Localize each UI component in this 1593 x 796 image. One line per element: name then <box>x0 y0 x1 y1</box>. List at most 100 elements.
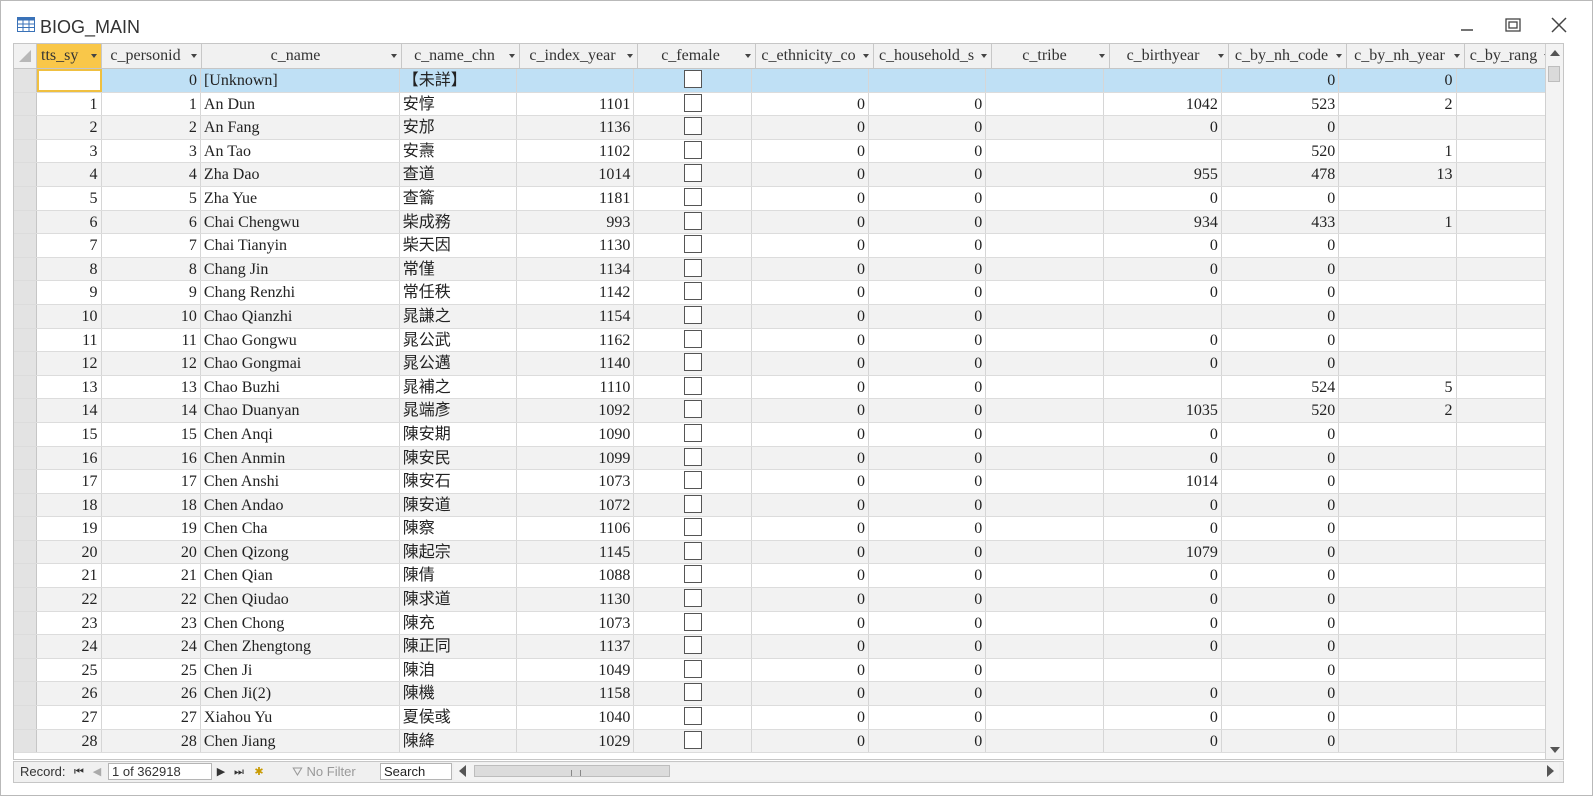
cell-c-index-year[interactable]: 1154 <box>517 304 635 328</box>
cell-c-household-s[interactable]: 0 <box>869 328 987 352</box>
cell-c-name-chn[interactable]: 柴天因 <box>400 234 518 257</box>
cell-c-birthyear[interactable]: 0 <box>1104 564 1222 588</box>
cell-c-by-nh-code[interactable]: 520 <box>1222 139 1340 163</box>
cell-tts-sy[interactable]: 13 <box>37 375 102 399</box>
female-checkbox[interactable] <box>683 258 702 277</box>
cell-c-by-nh-code[interactable]: 0 <box>1222 69 1340 92</box>
cell-c-household-s[interactable]: 0 <box>869 352 987 375</box>
cell-tts-sy[interactable]: 24 <box>37 635 102 658</box>
cell-tts-sy[interactable]: 11 <box>37 328 102 352</box>
cell-c-by-rang[interactable] <box>1457 635 1546 658</box>
cell-c-by-nh-year[interactable]: 2 <box>1339 92 1457 116</box>
cell-c-personid[interactable]: 9 <box>102 281 201 304</box>
cell-c-ethnicity-co[interactable]: 0 <box>752 706 869 729</box>
cell-c-female[interactable] <box>634 163 752 186</box>
cell-c-tribe[interactable] <box>986 186 1104 210</box>
cell-c-by-nh-year[interactable] <box>1339 281 1457 304</box>
maximize-button[interactable] <box>1497 14 1529 36</box>
cell-c-household-s[interactable]: 0 <box>869 422 987 446</box>
cell-c-name[interactable]: Chen Anshi <box>201 470 400 493</box>
cell-c-by-rang[interactable] <box>1457 682 1546 706</box>
cell-c-birthyear[interactable] <box>1104 139 1222 163</box>
cell-c-name-chn[interactable]: 陳察 <box>400 517 518 540</box>
cell-c-birthyear[interactable] <box>1104 304 1222 328</box>
row-selector[interactable] <box>14 281 37 304</box>
first-record-icon[interactable]: ⏮ <box>72 764 86 780</box>
row-selector[interactable] <box>14 422 37 446</box>
cell-c-household-s[interactable] <box>869 69 987 92</box>
cell-c-tribe[interactable] <box>986 352 1104 375</box>
cell-c-name-chn[interactable]: 陳充 <box>400 611 518 635</box>
cell-c-by-nh-year[interactable] <box>1339 328 1457 352</box>
cell-c-personid[interactable]: 5 <box>102 186 201 210</box>
row-selector[interactable] <box>14 375 37 399</box>
row-selector[interactable] <box>14 729 37 753</box>
cell-c-tribe[interactable] <box>986 116 1104 139</box>
next-record-icon[interactable]: ▶ <box>214 764 228 780</box>
cell-c-by-nh-code[interactable]: 0 <box>1222 706 1340 729</box>
cell-c-ethnicity-co[interactable]: 0 <box>752 470 869 493</box>
cell-c-female[interactable] <box>634 564 752 588</box>
cell-c-by-nh-code[interactable]: 0 <box>1222 517 1340 540</box>
cell-c-name-chn[interactable]: 安惇 <box>400 92 518 116</box>
cell-c-female[interactable] <box>634 375 752 399</box>
cell-c-household-s[interactable]: 0 <box>869 257 987 281</box>
cell-c-by-nh-year[interactable]: 1 <box>1339 139 1457 163</box>
search-input[interactable]: Search <box>380 763 452 780</box>
cell-c-index-year[interactable]: 1088 <box>517 564 635 588</box>
cell-c-index-year[interactable]: 1092 <box>517 399 635 422</box>
cell-tts-sy[interactable]: 5 <box>37 186 102 210</box>
cell-c-name-chn[interactable]: 查籥 <box>400 186 518 210</box>
table-row[interactable]: 17 17 Chen Anshi 陳安石 1073 0 0 1014 0 <box>14 470 1546 494</box>
cell-c-ethnicity-co[interactable]: 0 <box>752 234 869 257</box>
cell-c-by-nh-year[interactable] <box>1339 706 1457 729</box>
title-bar[interactable]: BIOG_MAIN <box>1 1 1592 41</box>
row-selector[interactable] <box>14 611 37 635</box>
cell-c-by-nh-year[interactable]: 1 <box>1339 210 1457 234</box>
cell-c-ethnicity-co[interactable]: 0 <box>752 564 869 588</box>
cell-c-name[interactable]: Chen Cha <box>201 517 400 540</box>
cell-c-by-rang[interactable] <box>1457 611 1546 635</box>
cell-c-ethnicity-co[interactable]: 0 <box>752 257 869 281</box>
cell-c-by-nh-code[interactable]: 0 <box>1222 186 1340 210</box>
cell-tts-sy[interactable]: 3 <box>37 139 102 163</box>
cell-c-by-rang[interactable] <box>1457 210 1546 234</box>
cell-c-household-s[interactable]: 0 <box>869 186 987 210</box>
cell-c-name[interactable]: Xiahou Yu <box>201 706 400 729</box>
cell-c-index-year[interactable]: 1142 <box>517 281 635 304</box>
cell-c-ethnicity-co[interactable]: 0 <box>752 92 869 116</box>
female-checkbox[interactable] <box>683 235 702 254</box>
column-header-c-female[interactable]: c_female <box>638 44 756 68</box>
cell-c-ethnicity-co[interactable]: 0 <box>752 635 869 658</box>
cell-c-female[interactable] <box>634 352 752 375</box>
table-row[interactable]: 15 15 Chen Anqi 陳安期 1090 0 0 0 0 <box>14 422 1546 447</box>
female-checkbox[interactable] <box>683 400 702 419</box>
cell-c-by-nh-code[interactable]: 478 <box>1222 163 1340 186</box>
cell-c-by-nh-code[interactable]: 0 <box>1222 470 1340 493</box>
table-row[interactable]: 25 25 Chen Ji 陳洎 1049 0 0 0 <box>14 658 1546 683</box>
cell-c-by-rang[interactable] <box>1457 588 1546 611</box>
cell-c-tribe[interactable] <box>986 375 1104 399</box>
cell-c-ethnicity-co[interactable]: 0 <box>752 682 869 706</box>
cell-c-female[interactable] <box>634 92 752 116</box>
row-selector[interactable] <box>14 163 37 186</box>
table-row[interactable]: 16 16 Chen Anmin 陳安民 1099 0 0 0 0 <box>14 446 1546 471</box>
row-selector[interactable] <box>14 588 37 611</box>
cell-c-name-chn[interactable]: 陳正同 <box>400 635 518 658</box>
dropdown-arrow-icon[interactable] <box>91 54 97 58</box>
female-checkbox[interactable] <box>683 636 702 655</box>
cell-c-birthyear[interactable]: 0 <box>1104 729 1222 753</box>
cell-c-name-chn[interactable]: 陳機 <box>400 682 518 706</box>
cell-c-by-nh-year[interactable] <box>1339 611 1457 635</box>
cell-c-female[interactable] <box>634 611 752 635</box>
cell-c-personid[interactable]: 4 <box>102 163 201 186</box>
cell-c-by-nh-code[interactable]: 0 <box>1222 116 1340 139</box>
row-selector[interactable] <box>14 706 37 729</box>
cell-c-personid[interactable]: 7 <box>102 234 201 257</box>
cell-c-tribe[interactable] <box>986 729 1104 753</box>
cell-c-ethnicity-co[interactable]: 0 <box>752 304 869 328</box>
cell-c-ethnicity-co[interactable]: 0 <box>752 611 869 635</box>
cell-c-ethnicity-co[interactable]: 0 <box>752 375 869 399</box>
cell-tts-sy[interactable]: 4 <box>37 163 102 186</box>
cell-c-birthyear[interactable]: 0 <box>1104 635 1222 658</box>
